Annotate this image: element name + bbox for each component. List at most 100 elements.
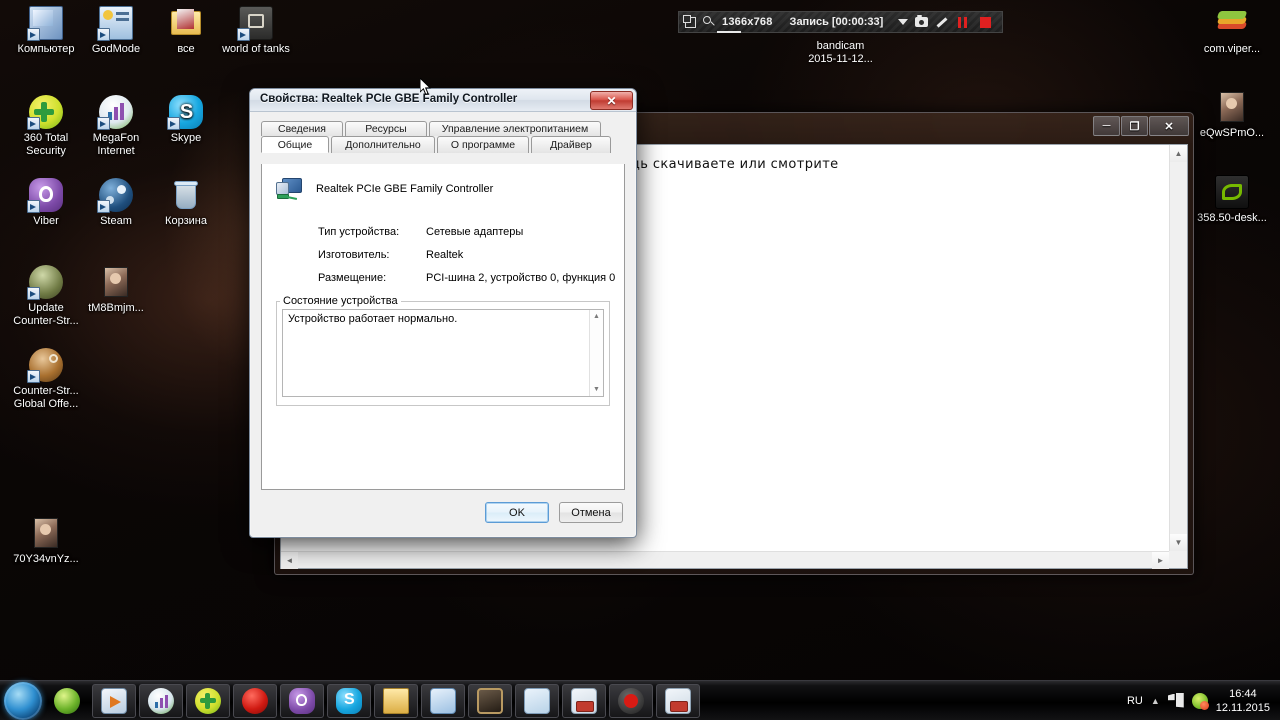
resize-grip[interactable]	[1169, 551, 1187, 568]
viber-icon	[27, 178, 63, 213]
property-row: Размещение: PCI-шина 2, устройство 0, фун…	[318, 272, 624, 284]
taskbar-button-megafon-modem[interactable]	[139, 683, 183, 718]
desktop-icon-image-thumbnail[interactable]: 70Y34vnYz...	[10, 516, 82, 566]
status-scroll-down-icon[interactable]: ▼	[590, 383, 603, 396]
taskbar-button-skype[interactable]: S	[327, 683, 371, 718]
360-alert-icon[interactable]	[1191, 692, 1209, 710]
taskbar-button-device-manager[interactable]	[656, 683, 700, 718]
taskbar-clock[interactable]: 16:44 12.11.2015	[1216, 687, 1270, 715]
desktop-icon-skype[interactable]: S Skype	[150, 95, 222, 145]
desktop-icon-image-thumbnail[interactable]: eQwSPmO...	[1196, 90, 1268, 140]
godmode-icon	[97, 6, 133, 41]
tab-сведения[interactable]: Сведения	[261, 121, 343, 136]
taskbar-button-photo-viewer[interactable]	[421, 683, 465, 718]
close-button[interactable]: ✕	[1149, 116, 1189, 136]
dialog-close-button[interactable]: ✕	[590, 91, 633, 110]
skype-icon: S	[167, 95, 203, 130]
start-button[interactable]	[4, 681, 42, 720]
taskbar-button-360-security[interactable]	[186, 683, 230, 718]
device-properties-list: Тип устройства: Сетевые адаптеры Изготовит…	[318, 226, 624, 284]
desktop-icon-recycle-bin[interactable]: Корзина	[150, 178, 222, 228]
tab-общие[interactable]: Общие	[261, 136, 329, 153]
shortcut-overlay-icon	[237, 28, 250, 41]
dropdown-icon[interactable]	[898, 19, 909, 25]
device-status-group: Состояние устройства Устройство работает…	[276, 295, 610, 406]
desktop-icon-computer[interactable]: Компьютер	[10, 6, 82, 56]
property-value: Сетевые адаптеры	[426, 226, 524, 238]
property-key: Размещение:	[318, 272, 387, 284]
taskbar-button-notepad[interactable]	[515, 683, 559, 718]
360-security-icon	[195, 687, 221, 714]
scroll-down-icon[interactable]: ▼	[1170, 534, 1187, 551]
tab-управление[interactable]: Управление электропитанием	[429, 121, 601, 136]
desktop-icon-image-thumbnail[interactable]: tM8Bmjm...	[80, 265, 152, 315]
taskbar-button-bandicam-record[interactable]	[609, 683, 653, 718]
minimize-button[interactable]: ─	[1093, 116, 1120, 136]
taskbar[interactable]: S RU ▲ 16:44 12.11.2015	[0, 680, 1280, 720]
taskbar-button-explorer-folder[interactable]	[374, 683, 418, 718]
notepad-icon	[524, 687, 550, 714]
desktop-icon-megafon-internet[interactable]: MegaFon Internet	[80, 95, 152, 158]
bandicam-overlay-toolbar[interactable]: 1366x768 Запись [00:00:33]	[678, 11, 1003, 33]
taskbar-button-windows-explorer-green[interactable]	[45, 684, 89, 718]
pause-icon[interactable]	[958, 16, 968, 28]
scroll-right-icon[interactable]: ►	[1152, 552, 1169, 569]
explorer-folder-icon	[383, 687, 409, 714]
taskbar-button-viber[interactable]	[280, 683, 324, 718]
resolution-underline	[717, 31, 741, 33]
desktop-icon-bluestacks[interactable]: com.viper...	[1196, 6, 1268, 56]
tab-драйвер[interactable]: Драйвер	[531, 136, 611, 153]
tab-ресурсы[interactable]: Ресурсы	[345, 121, 427, 136]
scroll-left-icon[interactable]: ◄	[281, 552, 298, 569]
device-status-box[interactable]: Устройство работает нормально. ▲ ▼	[282, 309, 604, 397]
tab-row-bottom: Общие Дополнительно О программе Драйвер	[261, 136, 625, 153]
ok-button[interactable]: OK	[485, 502, 549, 523]
desktop-icon-360-total-security[interactable]: 360 Total Security	[10, 95, 82, 158]
desktop-icon-godmode[interactable]: GodMode	[80, 6, 152, 56]
image-thumbnail-icon	[99, 265, 133, 299]
taskbar-button-game-frame[interactable]	[468, 683, 512, 718]
desktop-icon-steam[interactable]: Steam	[80, 178, 152, 228]
windows-flag-icon[interactable]	[1167, 692, 1184, 709]
desktop-icon-update-counter-strike[interactable]: Update Counter-Str...	[10, 265, 82, 328]
pencil-icon[interactable]	[935, 16, 948, 28]
property-row: Тип устройства: Сетевые адаптеры	[318, 226, 624, 238]
desktop-icon-label: Counter-Str... Global Offe...	[13, 385, 79, 410]
property-value: Realtek	[426, 249, 464, 261]
vertical-scrollbar[interactable]: ▲ ▼	[1169, 145, 1187, 551]
target-window-icon[interactable]	[683, 14, 696, 28]
steam-icon	[97, 178, 133, 213]
desktop-icon-viber[interactable]: Viber	[10, 178, 82, 228]
tray-language-indicator[interactable]: RU	[1127, 695, 1143, 707]
tab-дополнительно[interactable]: Дополнительно	[331, 136, 435, 153]
dialog-titlebar[interactable]: Свойства: Realtek PCIe GBE Family Contro…	[250, 89, 636, 112]
desktop-icon-label: Update Counter-Str...	[13, 302, 79, 327]
horizontal-scrollbar[interactable]: ◄ ►	[281, 551, 1169, 569]
folder-icon	[169, 6, 203, 40]
taskbar-button-opera[interactable]	[233, 683, 277, 718]
zoom-icon[interactable]	[703, 16, 715, 28]
property-key: Изготовитель:	[318, 249, 390, 261]
desktop-icon-nvidia[interactable]: 358.50-desk...	[1196, 175, 1268, 225]
camera-icon[interactable]	[915, 15, 929, 27]
photo-viewer-icon	[430, 687, 456, 714]
show-hidden-icons-button[interactable]: ▲	[1151, 696, 1160, 706]
maximize-button[interactable]: ❐	[1121, 116, 1148, 136]
dialog-title: Свойства: Realtek PCIe GBE Family Contro…	[260, 93, 518, 105]
status-scrollbar[interactable]: ▲ ▼	[589, 310, 603, 396]
desktop-icon-world-of-tanks[interactable]: world of tanks	[220, 6, 292, 56]
shortcut-overlay-icon	[27, 287, 40, 300]
taskbar-button-media-player[interactable]	[92, 683, 136, 718]
stop-icon[interactable]	[980, 16, 992, 28]
tab-о[interactable]: О программе	[437, 136, 529, 153]
device-properties-dialog[interactable]: Свойства: Realtek PCIe GBE Family Contro…	[249, 88, 637, 538]
cancel-button[interactable]: Отмена	[559, 502, 623, 523]
image-thumbnail-icon	[1215, 90, 1249, 124]
taskbar-button-device-manager[interactable]	[562, 683, 606, 718]
media-player-icon	[101, 687, 127, 714]
bluestacks-icon	[1215, 6, 1249, 40]
scroll-up-icon[interactable]: ▲	[1170, 145, 1187, 162]
status-scroll-up-icon[interactable]: ▲	[590, 310, 603, 323]
desktop-icon-counter-strike-go[interactable]: Counter-Str... Global Offe...	[10, 348, 82, 411]
desktop-icon-folder[interactable]: все	[150, 6, 222, 56]
